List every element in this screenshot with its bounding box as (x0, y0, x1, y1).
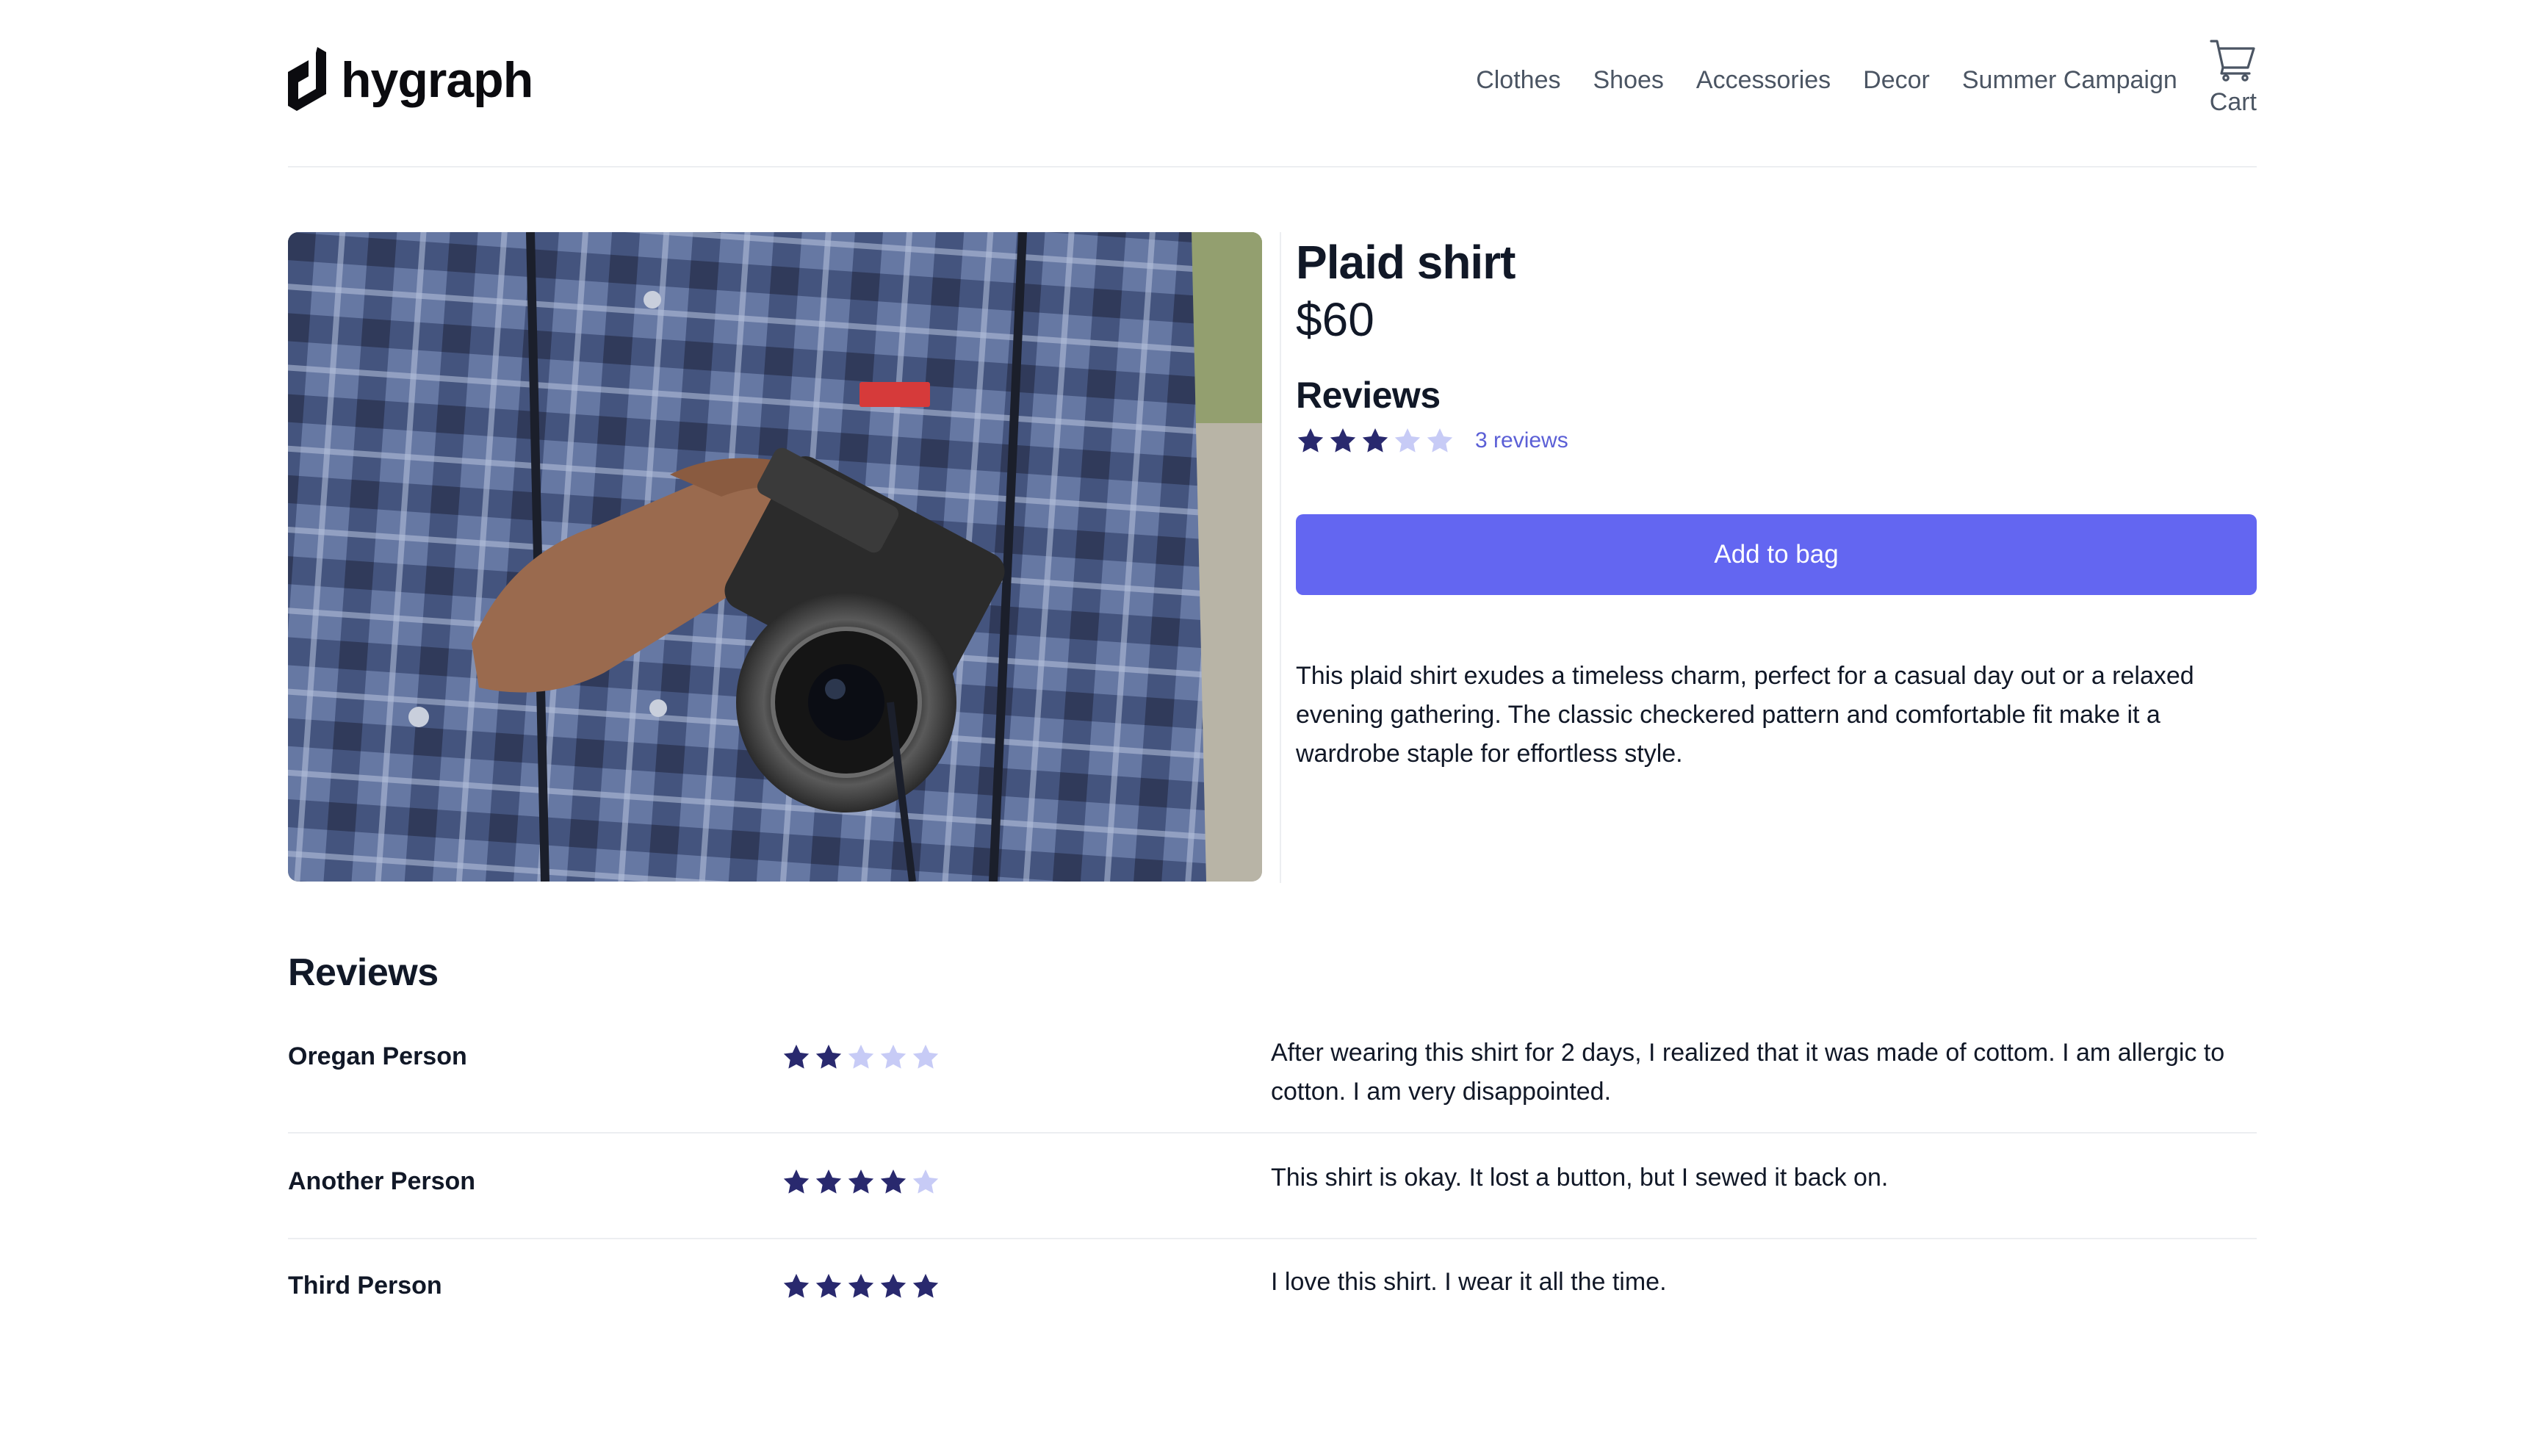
review-row: Third Person I love this shirt. I wear i… (288, 1239, 2257, 1327)
product-description: This plaid shirt exudes a timeless charm… (1296, 661, 2194, 768)
cart-button[interactable]: Cart (2210, 38, 2257, 117)
star-filled-icon (880, 1274, 907, 1298)
star-empty-icon (912, 1045, 939, 1069)
star-empty-icon (880, 1045, 907, 1069)
star-filled-icon (815, 1274, 842, 1298)
reviewer-name: Another Person (288, 1167, 476, 1196)
product-title: Plaid shirt (1296, 236, 1516, 289)
add-to-bag-button[interactable]: Add to bag (1296, 513, 2257, 595)
review-row: Another Person This shirt is okay. It lo… (288, 1134, 2257, 1240)
rating-summary: 3 reviews (1296, 426, 2257, 455)
star-filled-icon (848, 1170, 874, 1194)
reviews-count-link[interactable]: 3 reviews (1475, 428, 1568, 453)
review-star-rating (782, 1167, 943, 1197)
star-filled-icon (1330, 428, 1356, 453)
plaid-shirt-photo (288, 232, 1262, 882)
nav-item-clothes[interactable]: Clothes (1476, 66, 1560, 95)
product-info: Plaid shirt $60 Reviews 3 reviews Add to… (1296, 232, 2257, 774)
nav-item-summer-campaign[interactable]: Summer Campaign (1962, 66, 2177, 95)
star-empty-icon (1394, 428, 1421, 453)
vertical-divider (1280, 232, 1281, 883)
star-filled-icon (783, 1045, 810, 1069)
nav-item-shoes[interactable]: Shoes (1593, 66, 1663, 95)
cart-label: Cart (2209, 88, 2257, 116)
review-star-rating (782, 1042, 943, 1072)
main-nav: Clothes Shoes Accessories Decor Summer C… (1444, 38, 2257, 117)
star-filled-icon (848, 1274, 874, 1298)
reviewer-name: Oregan Person (288, 1042, 467, 1071)
product-section: Plaid shirt $60 Reviews 3 reviews Add to… (288, 232, 2257, 883)
nav-item-decor[interactable]: Decor (1863, 66, 1930, 95)
brand-name: hygraph (341, 52, 533, 108)
reviews-section: Reviews Oregan Person After wearing this… (288, 951, 2257, 1327)
review-text: This shirt is okay. It lost a button, bu… (1271, 1164, 1889, 1192)
star-filled-icon (880, 1170, 907, 1194)
star-filled-icon (783, 1274, 810, 1298)
product-price: $60 (1296, 293, 1374, 347)
reviews-section-title: Reviews (288, 951, 439, 994)
brand-logo[interactable]: hygraph (288, 47, 533, 113)
star-filled-icon (815, 1170, 842, 1194)
review-text: After wearing this shirt for 2 days, I r… (1271, 1039, 2225, 1106)
star-filled-icon (912, 1274, 939, 1298)
star-empty-icon (848, 1045, 874, 1069)
hygraph-logo-icon (288, 47, 326, 111)
page-container: hygraph Clothes Shoes Accessories Decor … (288, 0, 2257, 1300)
product-image (288, 232, 1262, 882)
review-text: I love this shirt. I wear it all the tim… (1271, 1268, 1667, 1297)
cart-icon (2210, 40, 2255, 82)
star-empty-icon (1427, 428, 1453, 453)
summary-star-rating (1296, 426, 1457, 455)
site-header: hygraph Clothes Shoes Accessories Decor … (288, 0, 2257, 167)
reviews-summary-heading: Reviews (1296, 374, 1441, 416)
star-filled-icon (1362, 428, 1388, 453)
star-filled-icon (783, 1170, 810, 1194)
reviewer-name: Third Person (288, 1272, 442, 1300)
star-filled-icon (815, 1045, 842, 1069)
review-row: Oregan Person After wearing this shirt f… (288, 1023, 2257, 1134)
review-star-rating (782, 1272, 943, 1301)
nav-item-accessories[interactable]: Accessories (1696, 66, 1831, 95)
star-filled-icon (1297, 428, 1324, 453)
star-empty-icon (912, 1170, 939, 1194)
